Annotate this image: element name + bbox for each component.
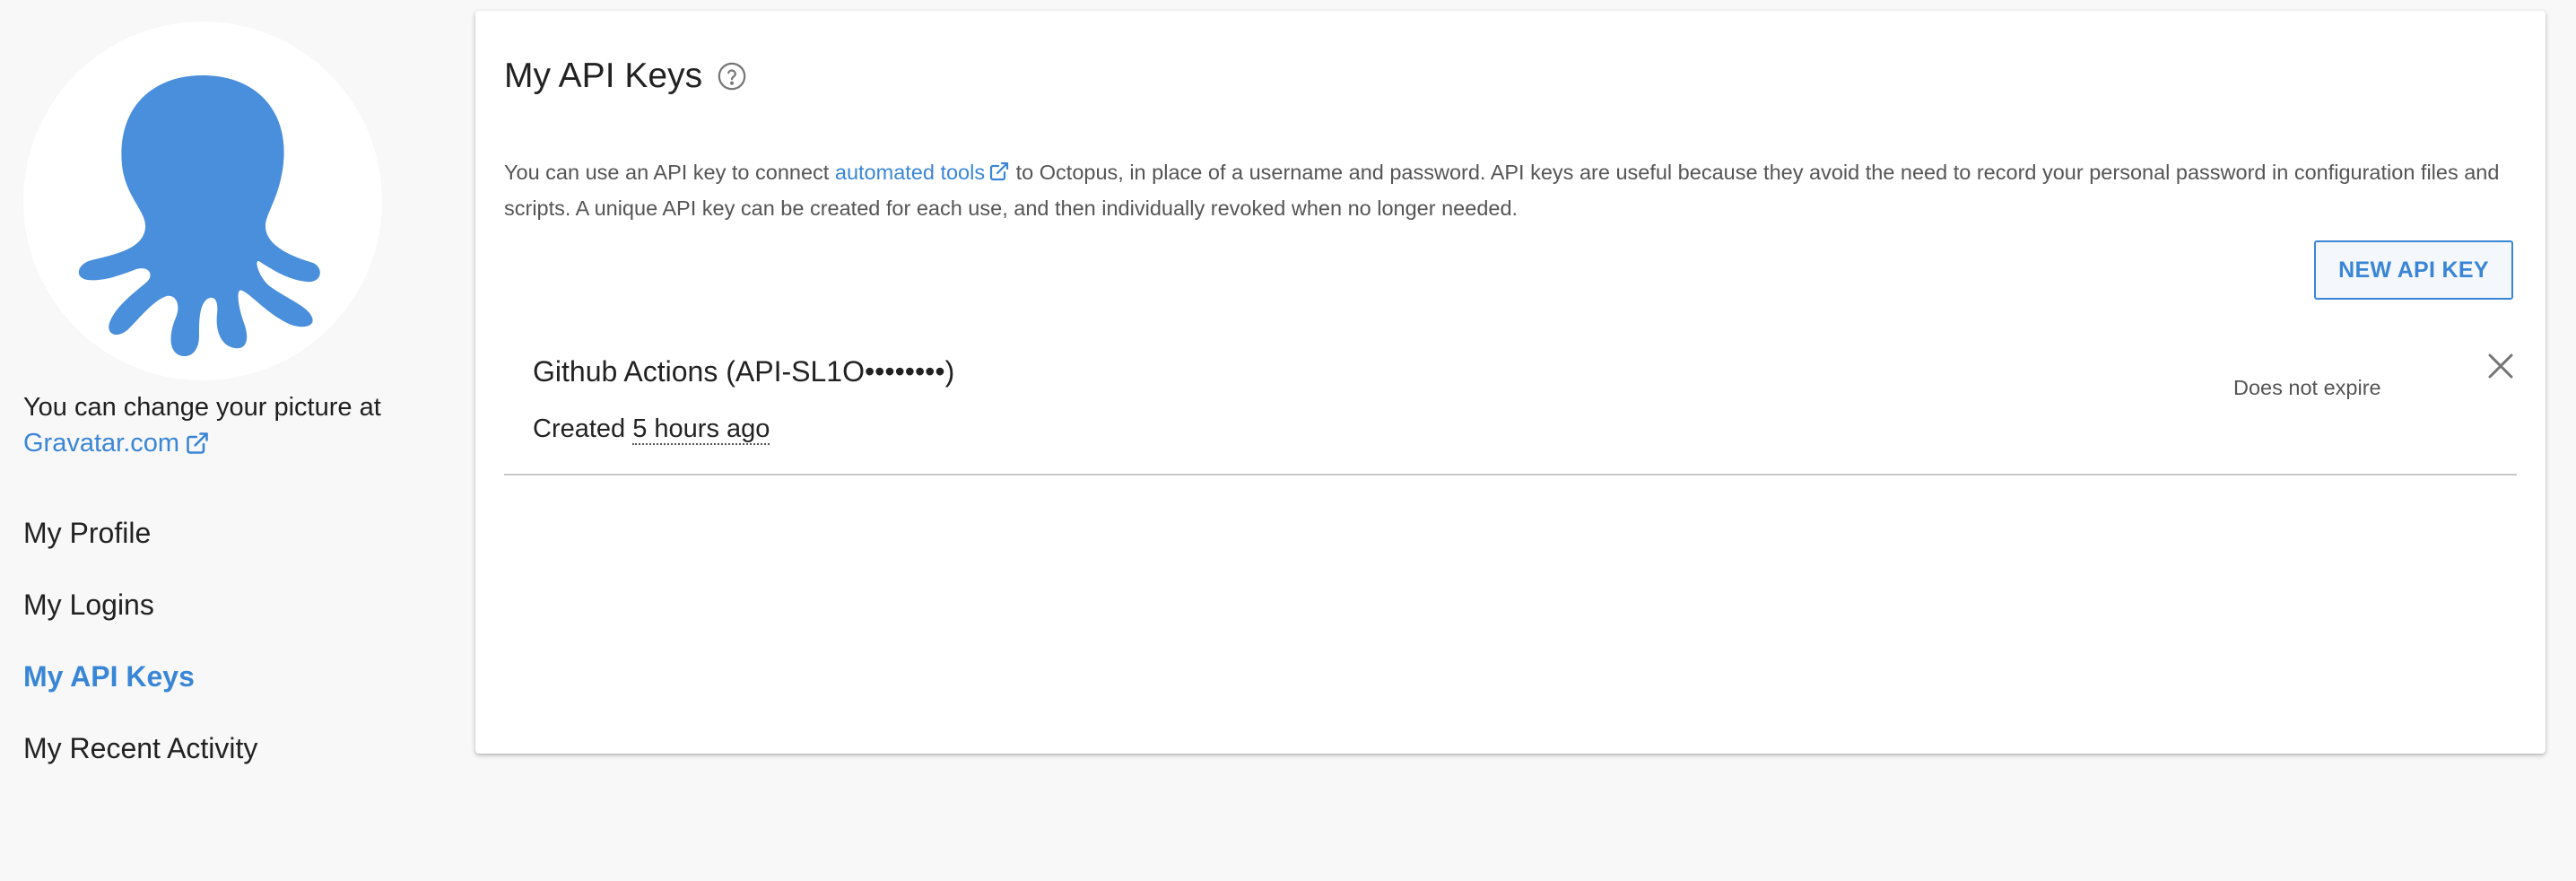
gravatar-link[interactable]: Gravatar.com — [23, 425, 210, 461]
avatar[interactable] — [23, 22, 382, 380]
nav-item-my-profile[interactable]: My Profile — [23, 513, 257, 585]
api-key-name: Github Actions (API-SL1O••••••••) — [533, 355, 955, 388]
description-text-start: You can use an API key to connect — [504, 161, 835, 184]
close-icon[interactable] — [2485, 350, 2517, 382]
new-api-key-button[interactable]: NEW API KEY — [2314, 240, 2513, 300]
api-keys-description: You can use an API key to connect automa… — [504, 154, 2531, 226]
question-circle-icon[interactable] — [717, 61, 747, 92]
nav-item-my-logins[interactable]: My Logins — [23, 585, 257, 657]
page-title-text: My API Keys — [504, 57, 703, 95]
external-link-icon — [185, 431, 210, 456]
sidebar: You can change your picture at Gravatar.… — [0, 0, 448, 881]
api-keys-card: My API Keys You can use an API key to co… — [475, 11, 2546, 754]
nav-item-my-api-keys[interactable]: My API Keys — [23, 657, 257, 728]
external-link-icon — [988, 161, 1010, 182]
profile-nav: My Profile My Logins My API Keys My Rece… — [23, 513, 257, 800]
octopus-logo-icon — [23, 22, 382, 380]
created-time[interactable]: 5 hours ago — [632, 414, 770, 445]
api-key-row: Github Actions (API-SL1O••••••••) Create… — [504, 325, 2517, 475]
api-key-expiry: Does not expire — [2233, 376, 2381, 399]
api-key-created: Created 5 hours ago — [533, 411, 770, 447]
created-label: Created — [533, 414, 626, 443]
nav-item-my-recent-activity[interactable]: My Recent Activity — [23, 728, 257, 800]
gravatar-link-label[interactable]: Gravatar.com — [23, 425, 179, 461]
automated-tools-link[interactable]: automated tools — [835, 161, 985, 184]
page-title: My API Keys — [504, 54, 747, 99]
change-picture-text: You can change your picture at — [23, 393, 381, 422]
